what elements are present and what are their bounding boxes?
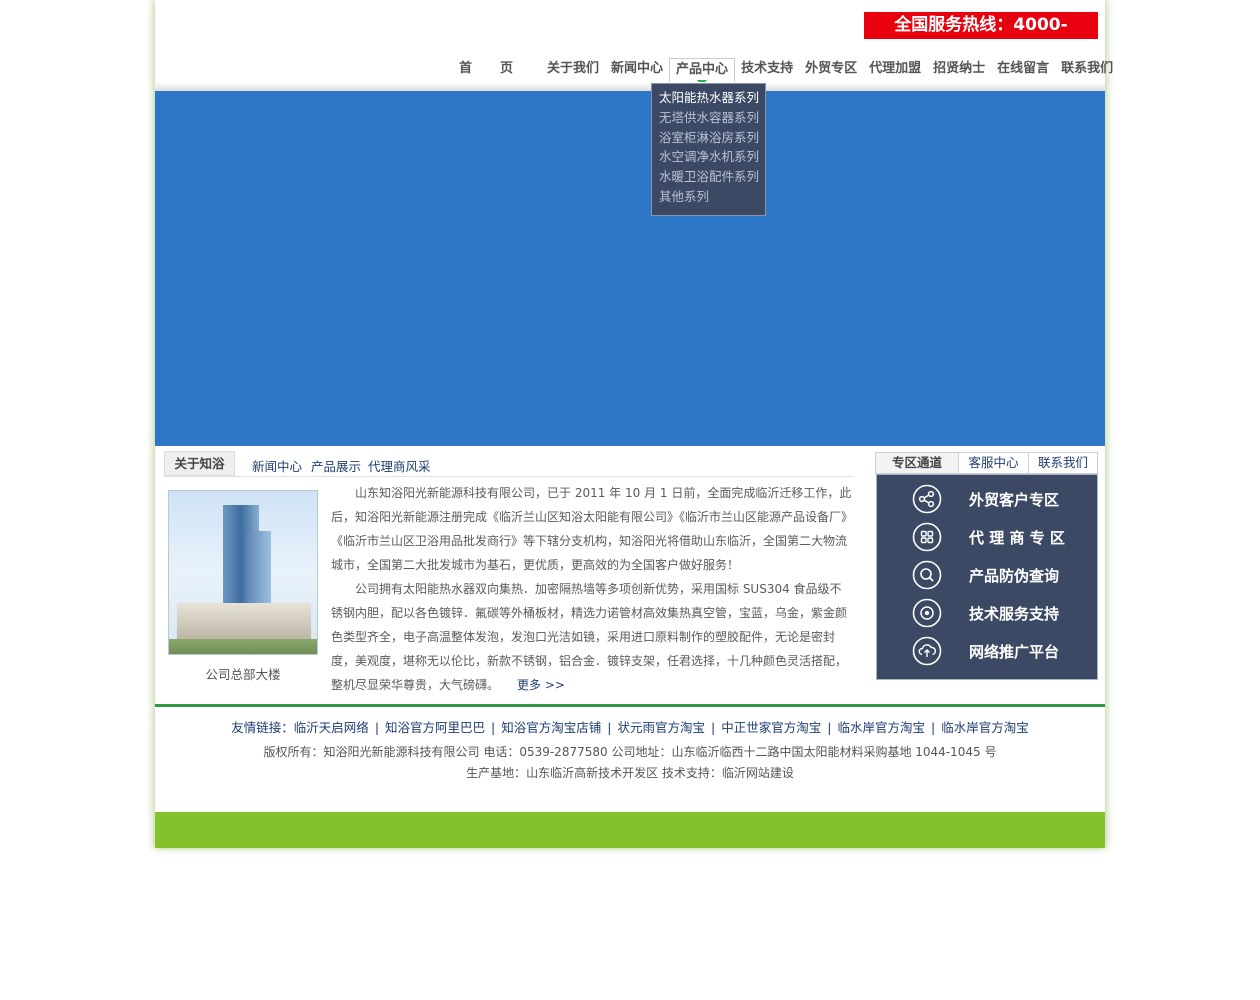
main-nav: 首页 关于我们 新闻中心 产品中心 技术支持 外贸专区 代理加盟 招贤纳士 在线…	[453, 58, 1119, 86]
nav-message[interactable]: 在线留言	[991, 58, 1055, 82]
copyright: 版权所有：知浴阳光新能源科技有限公司 电话：0539-2877580 公司地址：…	[155, 742, 1105, 784]
dropdown-item-water-tank[interactable]: 无塔供水容器系列	[659, 108, 765, 128]
dropdown-item-water-ac[interactable]: 水空调净水机系列	[659, 147, 765, 167]
friend-link-2[interactable]: 知浴官方阿里巴巴	[385, 720, 485, 735]
friend-link-5[interactable]: 中正世家官方淘宝	[721, 720, 821, 735]
nav-news[interactable]: 新闻中心	[605, 58, 669, 82]
side-item-anti-fake[interactable]: 产品防伪查询	[912, 559, 1059, 591]
tab-contact-us[interactable]: 联系我们	[1029, 453, 1097, 473]
side-item-agent[interactable]: 代 理 商 专 区	[912, 521, 1065, 553]
bottom-bar	[155, 812, 1105, 848]
target-icon	[912, 598, 942, 628]
friend-link-4[interactable]: 状元雨官方淘宝	[618, 720, 706, 735]
about-paragraph-2: 公司拥有太阳能热水器双向集热．加密隔热墙等多项创新优势，采用国标 SUS304 …	[331, 577, 853, 697]
side-item-tech-support[interactable]: 技术服务支持	[912, 597, 1059, 629]
friend-link-6[interactable]: 临水岸官方淘宝	[837, 720, 925, 735]
tab-zone-channel[interactable]: 专区通道	[876, 453, 959, 473]
page-container: 全国服务热线：4000-877580 首页 关于我们 新闻中心 产品中心 技术支…	[155, 0, 1113, 848]
side-label-agent: 代 理 商 专 区	[969, 528, 1065, 547]
footer-divider	[155, 704, 1105, 707]
about-text: 山东知浴阳光新能源科技有限公司，已于 2011 年 10 月 1 日前，全面完成…	[331, 481, 853, 697]
friend-link-7[interactable]: 临水岸官方淘宝	[941, 720, 1029, 735]
dropdown-item-solar[interactable]: 太阳能热水器系列	[659, 88, 765, 108]
more-link[interactable]: 更多 >>	[517, 678, 565, 692]
about-paragraph-2-text: 公司拥有太阳能热水器双向集热．加密隔热墙等多项创新优势，采用国标 SUS304 …	[331, 582, 848, 692]
nav-agency[interactable]: 代理加盟	[863, 58, 927, 82]
about-tabs: 关于知浴 新闻中心 产品展示 代理商风采	[164, 451, 853, 477]
nav-products[interactable]: 产品中心	[669, 58, 736, 86]
friend-links-label: 友情链接：	[231, 720, 294, 735]
side-item-foreign-trade[interactable]: 外贸客户专区	[912, 483, 1059, 515]
side-label-foreign-trade: 外贸客户专区	[969, 490, 1060, 509]
friend-links: 友情链接：临沂天启网络 | 知浴官方阿里巴巴 | 知浴官方淘宝店铺 | 状元雨官方淘宝 | 中正…	[231, 720, 1029, 735]
side-tabs: 专区通道 客服中心 联系我们	[875, 452, 1098, 474]
headquarters-image	[168, 490, 318, 655]
production-base-text: 生产基地：山东临沂高新技术开发区 技术支持：	[466, 766, 722, 780]
dropdown-item-bath-cabinet[interactable]: 浴室柜淋浴房系列	[659, 128, 765, 148]
copyright-line-2: 生产基地：山东临沂高新技术开发区 技术支持：临沂网站建设	[155, 763, 1105, 784]
dropdown-item-plumbing[interactable]: 水暖卫浴配件系列	[659, 167, 765, 187]
side-label-promotion: 网络推广平台	[969, 642, 1060, 661]
tab-news[interactable]: 新闻中心	[252, 456, 302, 475]
zone-channel-panel: 外贸客户专区 代 理 商 专 区 产品防伪查询 技术服务支持 网络推广平台	[876, 474, 1098, 680]
side-label-anti-fake: 产品防伪查询	[969, 566, 1060, 585]
copyright-line-1: 版权所有：知浴阳光新能源科技有限公司 电话：0539-2877580 公司地址：…	[263, 745, 997, 759]
friend-link-3[interactable]: 知浴官方淘宝店铺	[501, 720, 601, 735]
nav-foreign-trade[interactable]: 外贸专区	[799, 58, 863, 82]
hero-banner	[155, 91, 1105, 446]
tab-products[interactable]: 产品展示	[311, 456, 361, 475]
nav-tech-support[interactable]: 技术支持	[735, 58, 799, 82]
side-label-tech-support: 技术服务支持	[969, 604, 1060, 623]
nav-recruit[interactable]: 招贤纳士	[927, 58, 991, 82]
nav-about[interactable]: 关于我们	[541, 58, 605, 82]
hotline-banner: 全国服务热线：4000-877580	[864, 12, 1098, 62]
share-icon	[912, 484, 942, 514]
search-icon	[912, 560, 942, 590]
header-divider	[155, 82, 1105, 91]
grid-icon	[912, 522, 942, 552]
cloud-upload-icon	[912, 636, 942, 666]
side-item-promotion[interactable]: 网络推广平台	[912, 635, 1059, 667]
tab-about-zhiyu[interactable]: 关于知浴	[164, 451, 235, 476]
image-caption: 公司总部大楼	[205, 667, 281, 682]
about-paragraph-1: 山东知浴阳光新能源科技有限公司，已于 2011 年 10 月 1 日前，全面完成…	[331, 486, 854, 572]
nav-home[interactable]: 首页	[453, 58, 541, 82]
dropdown-item-other[interactable]: 其他系列	[659, 187, 765, 207]
friend-link-1[interactable]: 临沂天启网络	[294, 720, 369, 735]
tab-customer-service[interactable]: 客服中心	[959, 453, 1029, 473]
nav-contact[interactable]: 联系我们	[1055, 58, 1119, 82]
tech-support-link[interactable]: 临沂网站建设	[722, 766, 794, 780]
tab-agents[interactable]: 代理商风采	[368, 456, 431, 475]
products-dropdown-menu: 太阳能热水器系列 无塔供水容器系列 浴室柜淋浴房系列 水空调净水机系列 水暖卫浴…	[651, 83, 766, 216]
